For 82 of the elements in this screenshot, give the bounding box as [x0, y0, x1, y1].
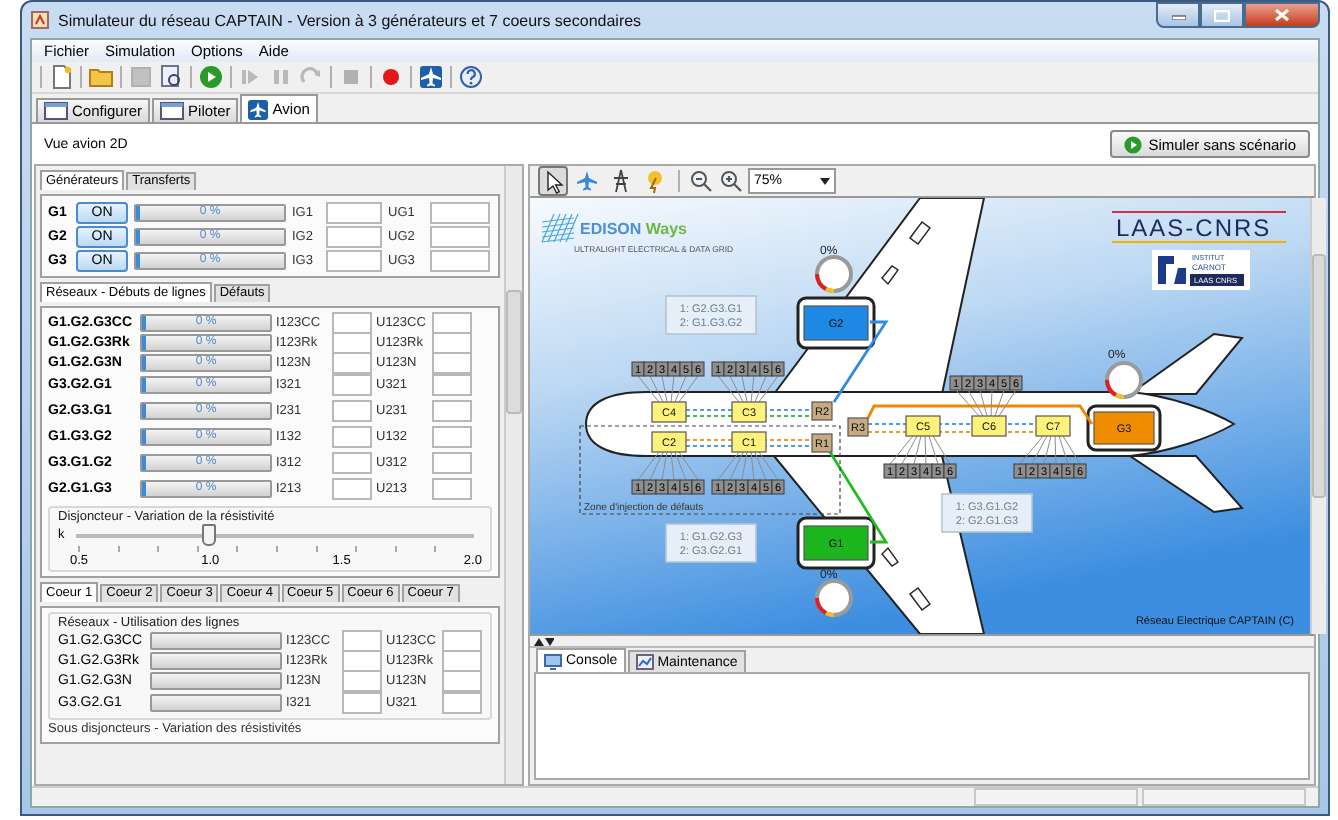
zoom-in-icon[interactable]	[718, 168, 744, 194]
wire-bundle	[1019, 435, 1081, 465]
gauge-dial	[815, 255, 853, 293]
value-field	[442, 650, 482, 672]
value-field	[342, 692, 382, 714]
wing-flap	[909, 587, 931, 611]
bus-line	[685, 415, 813, 417]
wire-bundle	[637, 375, 699, 403]
value-field	[432, 400, 472, 422]
window-icon	[160, 102, 185, 120]
wire-bundle	[955, 389, 1017, 417]
app-icon	[30, 10, 50, 30]
wing-flap	[909, 221, 931, 245]
value-field	[432, 426, 472, 448]
wing-flap	[881, 546, 899, 567]
maximize-button[interactable]	[1200, 2, 1244, 28]
close-icon	[1274, 8, 1290, 22]
wire-bundle	[717, 451, 779, 481]
play-icon	[1124, 135, 1143, 153]
airplane-icon	[248, 99, 269, 119]
value-field	[326, 201, 382, 223]
bus-line	[685, 409, 813, 411]
gauge-dial	[1105, 361, 1143, 399]
airplane-icon[interactable]	[418, 64, 444, 90]
value-field	[332, 478, 372, 500]
minimize-icon	[1171, 10, 1185, 20]
slider-thumb[interactable]	[202, 523, 217, 545]
value-field	[432, 352, 472, 374]
value-field	[332, 374, 372, 396]
help-icon[interactable]	[458, 64, 484, 90]
wire-bundle	[717, 375, 779, 403]
bus-line	[685, 439, 813, 441]
zoom-out-icon[interactable]	[688, 168, 714, 194]
value-field	[430, 225, 490, 247]
logo-text: EDISON Ways	[580, 220, 688, 238]
tail-fin	[1126, 455, 1244, 514]
caret-icon	[820, 177, 830, 185]
value-field	[342, 630, 382, 652]
value-field	[442, 630, 482, 652]
page-magnifier-icon[interactable]	[158, 64, 184, 90]
gauge-dial	[815, 579, 853, 617]
value-field	[442, 692, 482, 714]
new-document-icon[interactable]	[48, 64, 74, 90]
grid-logo-icon	[541, 213, 579, 243]
splitter-arrows-icon[interactable]	[534, 637, 554, 645]
wing-flap	[881, 265, 899, 286]
maximize-icon	[1214, 9, 1230, 21]
wire-bundle	[889, 435, 951, 465]
arrow-cursor-icon[interactable]	[538, 166, 568, 196]
value-field	[432, 374, 472, 396]
console-area[interactable]	[534, 672, 1310, 780]
value-field	[442, 670, 482, 692]
monitor-icon	[544, 653, 562, 669]
wire-bundle	[637, 451, 699, 481]
bus-line	[685, 445, 813, 447]
value-field	[332, 332, 372, 354]
window-icon	[44, 102, 68, 120]
value-field	[432, 332, 472, 354]
close-button[interactable]	[1244, 2, 1320, 28]
chart-icon	[635, 654, 654, 670]
record-icon[interactable]	[378, 64, 404, 90]
logo-text: LAAS-CNRS	[1116, 214, 1272, 242]
value-field	[332, 312, 372, 334]
value-field	[430, 249, 490, 271]
value-field	[432, 452, 472, 474]
scrollbar[interactable]	[1310, 198, 1326, 634]
value-field	[432, 312, 472, 334]
value-field	[332, 400, 372, 422]
window-title: Simulateur du réseau CAPTAIN - Version à 3 générateurs et 7 coeurs secondaires	[58, 11, 642, 29]
value-field	[342, 650, 382, 672]
value-field	[332, 352, 372, 374]
value-field	[332, 426, 372, 448]
minimize-button[interactable]	[1156, 2, 1200, 28]
play-icon[interactable]	[198, 64, 224, 90]
value-field	[430, 201, 490, 223]
value-field	[326, 249, 382, 271]
value-field	[432, 478, 472, 500]
scrollbar[interactable]	[504, 166, 522, 784]
value-field	[326, 225, 382, 247]
value-field	[342, 670, 382, 692]
value-field	[332, 452, 372, 474]
power-line	[828, 451, 889, 544]
